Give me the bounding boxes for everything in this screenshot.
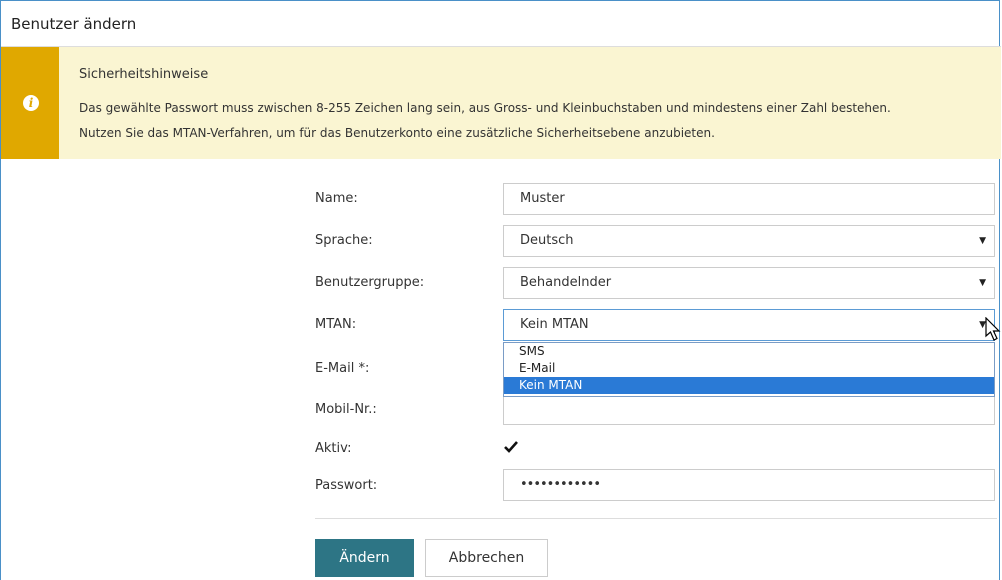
active-checkbox[interactable] bbox=[504, 441, 518, 457]
dialog-title: Benutzer ändern bbox=[1, 1, 1001, 47]
language-select[interactable]: Deutsch ▼ bbox=[503, 225, 995, 257]
mouse-pointer-icon bbox=[985, 317, 1001, 341]
save-button[interactable]: Ändern bbox=[315, 539, 414, 577]
chevron-down-icon: ▼ bbox=[979, 236, 986, 246]
password-value: •••••••••••• bbox=[520, 477, 601, 492]
language-label: Sprache: bbox=[315, 233, 373, 248]
password-label: Passwort: bbox=[315, 478, 378, 493]
alert-text-mtan: Nutzen Sie das MTAN-Verfahren, um für da… bbox=[79, 126, 715, 140]
checkmark-icon bbox=[504, 441, 518, 453]
group-value: Behandelnder bbox=[520, 275, 612, 290]
mtan-label: MTAN: bbox=[315, 317, 357, 332]
chevron-down-icon: ▼ bbox=[979, 278, 986, 288]
name-value: Muster bbox=[520, 191, 565, 206]
mtan-dropdown-list: SMS E-Mail Kein MTAN bbox=[503, 342, 995, 397]
group-select[interactable]: Behandelnder ▼ bbox=[503, 267, 995, 299]
active-label: Aktiv: bbox=[315, 441, 352, 456]
mtan-option-email[interactable]: E-Mail bbox=[504, 360, 994, 377]
form-divider bbox=[315, 518, 997, 519]
mtan-option-none[interactable]: Kein MTAN bbox=[504, 377, 994, 394]
edit-user-dialog: Benutzer ändern i Sicherheitshinweise Da… bbox=[0, 0, 1001, 580]
name-label: Name: bbox=[315, 191, 358, 206]
mobile-input[interactable] bbox=[503, 393, 995, 425]
name-input[interactable]: Muster bbox=[503, 183, 995, 215]
mtan-select[interactable]: Kein MTAN ▼ bbox=[503, 309, 995, 341]
email-label: E-Mail *: bbox=[315, 361, 370, 376]
cancel-button[interactable]: Abbrechen bbox=[425, 539, 548, 577]
group-label: Benutzergruppe: bbox=[315, 275, 425, 290]
security-notice: i Sicherheitshinweise Das gewählte Passw… bbox=[1, 47, 1001, 159]
language-value: Deutsch bbox=[520, 233, 574, 248]
alert-stripe: i bbox=[1, 47, 59, 159]
info-icon: i bbox=[23, 95, 39, 111]
mtan-value: Kein MTAN bbox=[520, 317, 589, 332]
mtan-option-sms[interactable]: SMS bbox=[504, 343, 994, 360]
alert-text-password: Das gewählte Passwort muss zwischen 8-25… bbox=[79, 101, 891, 115]
password-input[interactable]: •••••••••••• bbox=[503, 469, 995, 501]
alert-title: Sicherheitshinweise bbox=[79, 67, 209, 82]
mobile-label: Mobil-Nr.: bbox=[315, 402, 377, 417]
